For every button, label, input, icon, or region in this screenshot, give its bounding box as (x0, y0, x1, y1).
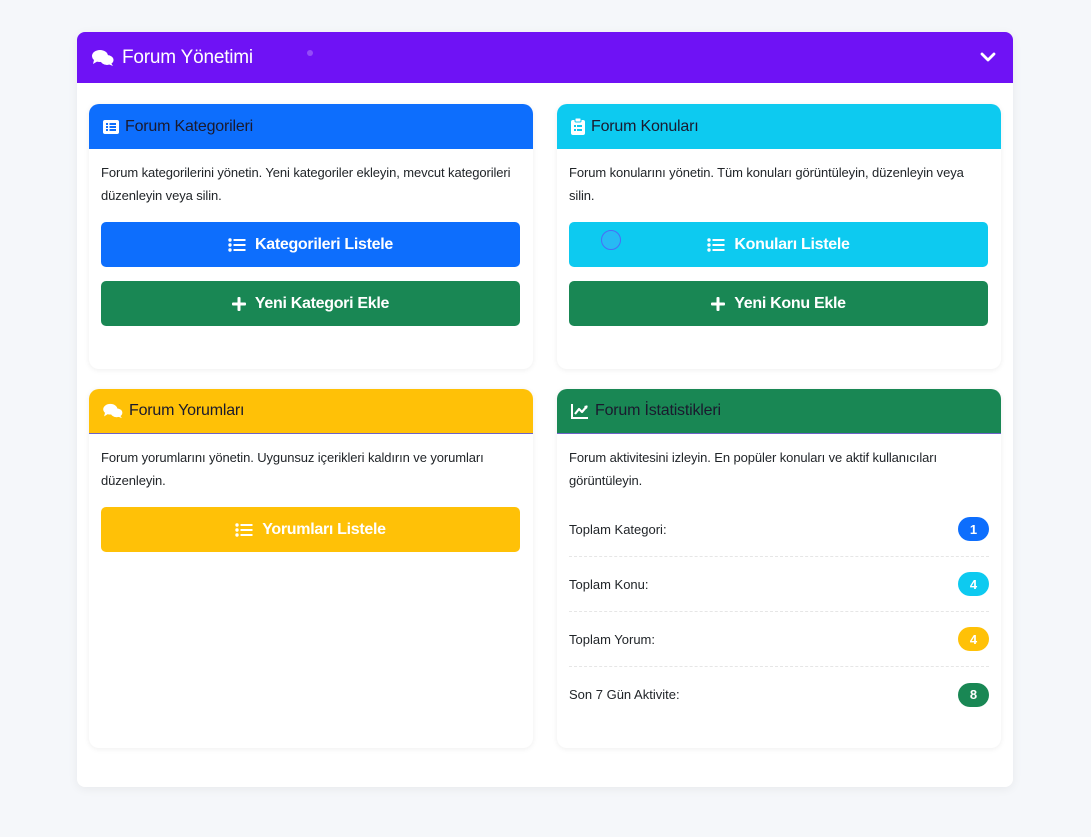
stat-label: Toplam Yorum: (569, 631, 655, 647)
stat-row-topics: Toplam Konu: 4 (569, 557, 989, 612)
count-badge: 1 (958, 517, 989, 541)
comments-description: Forum yorumlarını yönetin. Uygunsuz içer… (101, 450, 484, 488)
list-topics-label: Konuları Listele (734, 235, 850, 253)
comments-card: Forum Yorumları Forum yorumlarını yöneti… (89, 389, 533, 748)
count-badge: 8 (958, 682, 989, 707)
categories-description: Forum kategorilerini yönetin. Yeni kateg… (101, 165, 511, 203)
stat-label: Toplam Kategori: (569, 521, 667, 537)
plus-icon (231, 296, 246, 311)
page-title: Forum Yönetimi (122, 46, 253, 68)
topics-card-header: Forum Konuları (557, 104, 1001, 149)
list-comments-label: Yorumları Listele (262, 520, 386, 538)
decorative-dot (307, 50, 313, 56)
chart-line-icon (571, 403, 589, 419)
stat-label: Toplam Konu: (569, 576, 649, 592)
plus-icon (711, 296, 726, 311)
stats-list: Toplam Kategori: 1 Toplam Konu: 4 Toplam… (569, 502, 989, 722)
stats-card-header: Forum İstatistikleri (557, 389, 1001, 434)
stat-row-categories: Toplam Kategori: 1 (569, 502, 989, 557)
categories-card-header: Forum Kategorileri (89, 104, 533, 149)
forum-management-panel: Forum Yönetimi Forum Kategorileri Forum … (77, 32, 1013, 787)
list-icon (235, 522, 253, 537)
comments-card-title: Forum Yorumları (129, 402, 245, 419)
clipboard-list-icon (571, 118, 585, 135)
comments-icon (103, 403, 123, 419)
panel-header[interactable]: Forum Yönetimi (77, 32, 1013, 83)
stat-row-comments: Toplam Yorum: 4 (569, 612, 989, 667)
add-topic-label: Yeni Konu Ekle (734, 294, 846, 312)
add-category-label: Yeni Kategori Ekle (254, 294, 390, 312)
add-category-button[interactable]: Yeni Kategori Ekle (101, 281, 520, 326)
comments-icon (92, 49, 114, 67)
stat-row-activity: Son 7 Gün Aktivite: 8 (569, 667, 989, 722)
stat-label: Son 7 Gün Aktivite: (569, 687, 680, 702)
chevron-down-icon[interactable] (979, 48, 997, 66)
list-categories-label: Kategorileri Listele (254, 235, 394, 253)
count-badge: 4 (958, 572, 989, 596)
stats-description: Forum aktivitesini izleyin. En popüler k… (569, 450, 937, 488)
list-alt-icon (103, 119, 119, 134)
list-icon (707, 237, 725, 252)
count-badge: 4 (958, 627, 989, 651)
add-topic-button[interactable]: Yeni Konu Ekle (569, 281, 988, 326)
topics-description: Forum konularını yönetin. Tüm konuları g… (569, 165, 964, 203)
list-topics-button[interactable]: Konuları Listele (569, 222, 988, 267)
list-icon (228, 237, 246, 252)
categories-card: Forum Kategorileri Forum kategorilerini … (89, 104, 533, 369)
topics-card-title: Forum Konuları (591, 117, 699, 135)
categories-card-title: Forum Kategorileri (125, 117, 254, 135)
comments-card-header: Forum Yorumları (89, 389, 533, 434)
stats-card: Forum İstatistikleri Forum aktivitesini … (557, 389, 1001, 748)
mouse-cursor-indicator (601, 230, 621, 250)
topics-card: Forum Konuları Forum konularını yönetin.… (557, 104, 1001, 369)
list-categories-button[interactable]: Kategorileri Listele (101, 222, 520, 267)
list-comments-button[interactable]: Yorumları Listele (101, 507, 520, 552)
stats-card-title: Forum İstatistikleri (595, 402, 721, 419)
